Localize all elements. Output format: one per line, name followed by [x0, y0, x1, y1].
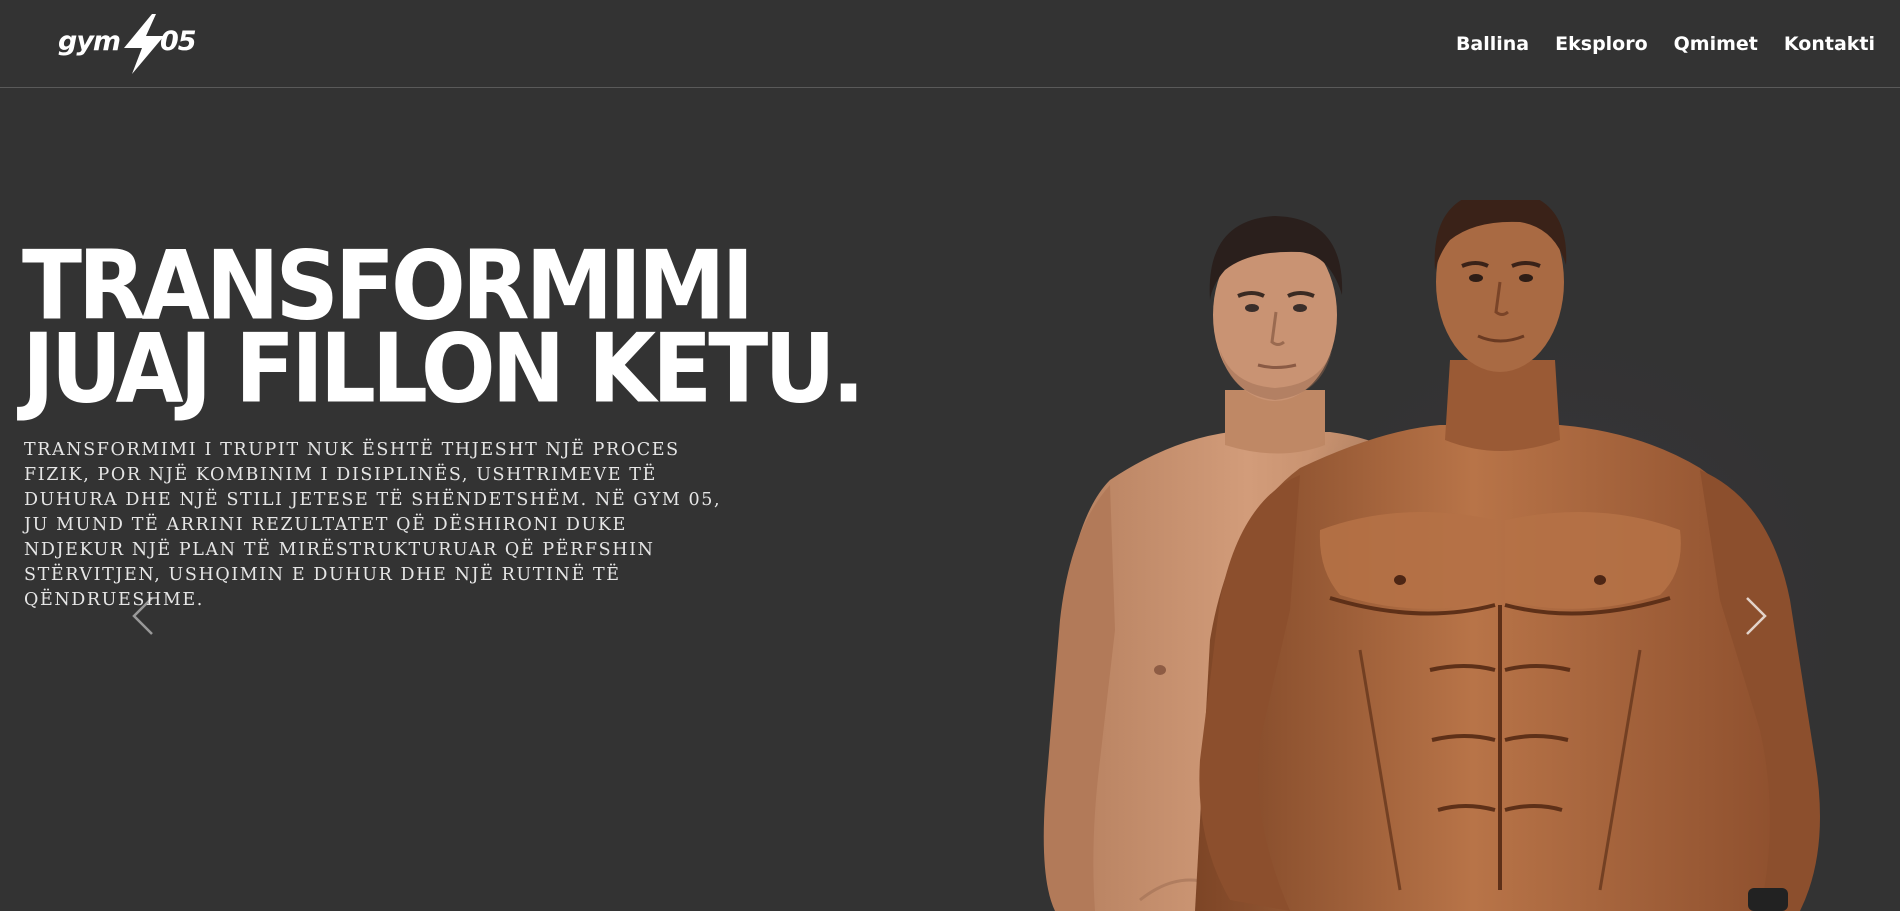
nav-link-eksploro[interactable]: Eksploro	[1555, 32, 1648, 56]
hero-description: Transformimi i trupit nuk është thjesht …	[24, 440, 722, 610]
logo-text-05: 05	[160, 26, 197, 57]
chevron-right-icon	[1746, 597, 1767, 635]
nav-link-kontakti[interactable]: Kontakti	[1784, 32, 1875, 56]
main-nav: Ballina Eksploro Qmimet Kontakti	[1456, 32, 1875, 56]
gym05-logo[interactable]: gym 05	[56, 12, 197, 76]
transformation-before-after-image	[1043, 200, 1860, 911]
carousel-next-button[interactable]	[1741, 594, 1771, 638]
carousel-prev-button[interactable]	[128, 594, 158, 638]
logo-text-gym: gym	[58, 26, 121, 57]
hero-title-line-2: JUAJ FILLON KETU.	[22, 313, 865, 425]
hero-title: TRANSFORMIMI JUAJ FILLON KETU.	[22, 238, 865, 425]
chevron-left-icon	[132, 597, 153, 635]
nav-link-ballina[interactable]: Ballina	[1456, 32, 1529, 56]
navbar: gym 05 Ballina Eksploro Qmimet Kontakti	[0, 0, 1900, 88]
nav-link-qmimet[interactable]: Qmimet	[1674, 32, 1758, 56]
